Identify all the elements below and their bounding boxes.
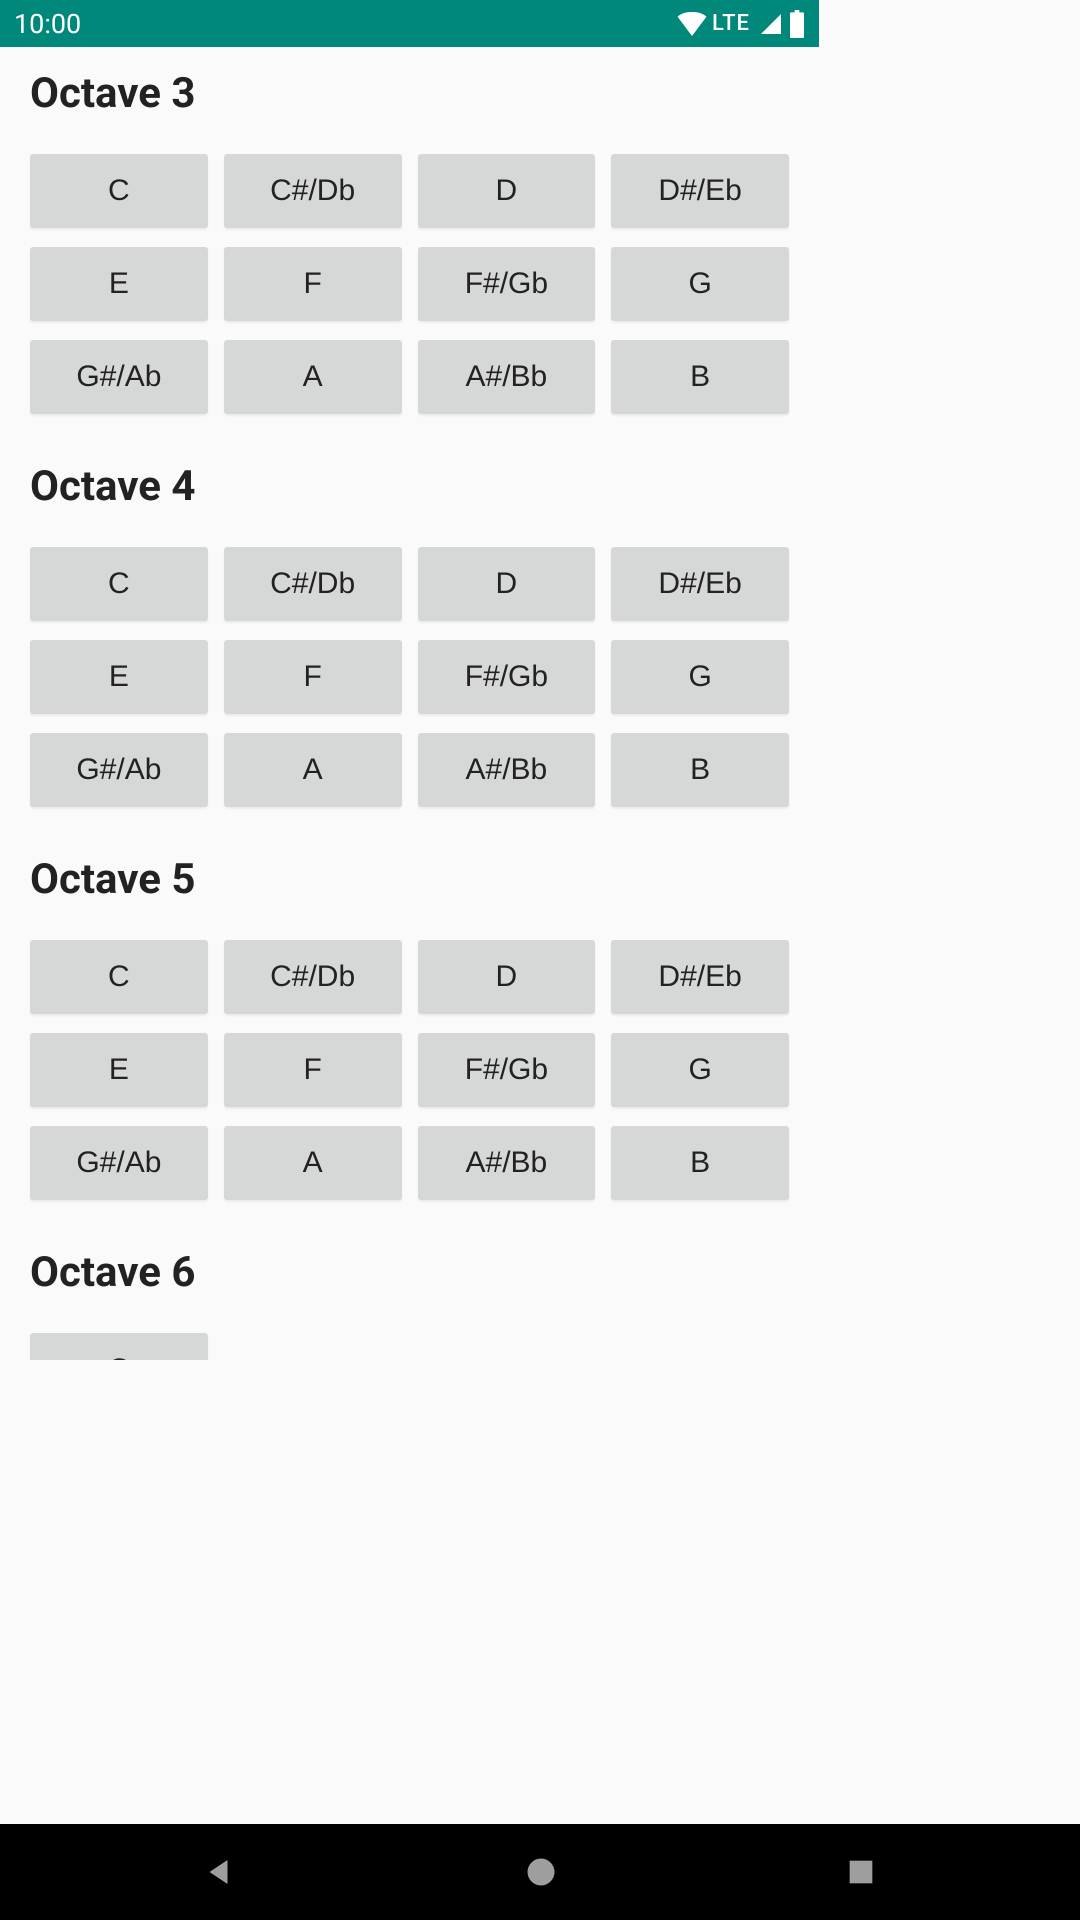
note-button-c4[interactable]: C [30,547,208,621]
note-button-f3[interactable]: F [224,247,402,321]
note-button-e4[interactable]: E [30,640,208,714]
note-button-a4[interactable]: A [224,733,402,807]
note-button-d3[interactable]: D [418,154,596,228]
main-content: Octave 3 C C#/Db D D#/Eb E F F#/Gb G G#/… [0,47,819,1360]
note-button-f5[interactable]: F [224,1033,402,1107]
status-time: 10:00 [14,8,81,40]
note-button-g3[interactable]: G [611,247,789,321]
note-button-ds3[interactable]: D#/Eb [611,154,789,228]
octave-title: Octave 3 [30,69,789,118]
wifi-icon [677,12,707,36]
note-button-as4[interactable]: A#/Bb [418,733,596,807]
note-button-gs4[interactable]: G#/Ab [30,733,208,807]
status-icons: LTE [677,10,805,38]
nav-recent-icon[interactable] [844,1855,878,1889]
octave-title: Octave 6 [30,1248,789,1297]
note-button-c5[interactable]: C [30,940,208,1014]
note-button-e5[interactable]: E [30,1033,208,1107]
note-button-cs4[interactable]: C#/Db [224,547,402,621]
note-button-fs4[interactable]: F#/Gb [418,640,596,714]
note-button-b5[interactable]: B [611,1126,789,1200]
battery-icon [789,10,805,38]
note-button-as3[interactable]: A#/Bb [418,340,596,414]
octave-title: Octave 4 [30,462,789,511]
navigation-bar [0,1824,1080,1920]
note-button-cs5[interactable]: C#/Db [224,940,402,1014]
signal-icon [758,12,784,36]
note-button-cs3[interactable]: C#/Db [224,154,402,228]
note-button-a5[interactable]: A [224,1126,402,1200]
note-button-f4[interactable]: F [224,640,402,714]
note-grid-octave-5: C C#/Db D D#/Eb E F F#/Gb G G#/Ab A A#/B… [30,940,789,1200]
nav-back-icon[interactable] [202,1854,238,1890]
note-button-gs3[interactable]: G#/Ab [30,340,208,414]
network-type-label: LTE [712,11,750,36]
note-button-ds4[interactable]: D#/Eb [611,547,789,621]
note-button-a3[interactable]: A [224,340,402,414]
note-button-d5[interactable]: D [418,940,596,1014]
octave-title: Octave 5 [30,855,789,904]
note-button-e3[interactable]: E [30,247,208,321]
note-button-b4[interactable]: B [611,733,789,807]
note-grid-octave-4: C C#/Db D D#/Eb E F F#/Gb G G#/Ab A A#/B… [30,547,789,807]
note-button-b3[interactable]: B [611,340,789,414]
note-button-as5[interactable]: A#/Bb [418,1126,596,1200]
nav-home-icon[interactable] [523,1854,559,1890]
note-button-c3[interactable]: C [30,154,208,228]
note-button-gs5[interactable]: G#/Ab [30,1126,208,1200]
note-button-g5[interactable]: G [611,1033,789,1107]
note-button-g4[interactable]: G [611,640,789,714]
note-button-ds5[interactable]: D#/Eb [611,940,789,1014]
note-button-c6[interactable]: C [30,1333,208,1360]
note-button-fs3[interactable]: F#/Gb [418,247,596,321]
note-button-fs5[interactable]: F#/Gb [418,1033,596,1107]
note-button-d4[interactable]: D [418,547,596,621]
note-grid-octave-6: C [30,1333,789,1360]
note-grid-octave-3: C C#/Db D D#/Eb E F F#/Gb G G#/Ab A A#/B… [30,154,789,414]
status-bar: 10:00 LTE [0,0,819,47]
